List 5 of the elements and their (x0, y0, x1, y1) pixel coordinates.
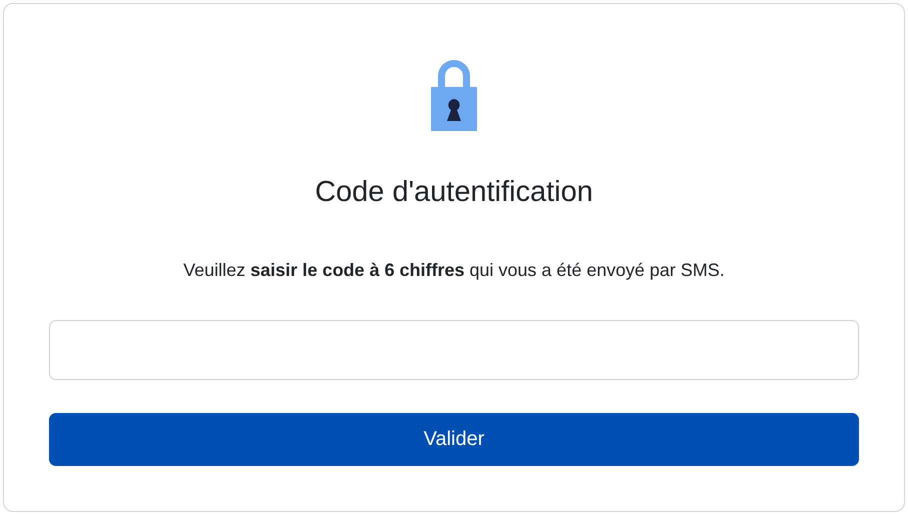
code-input-field[interactable] (49, 320, 859, 380)
lock-icon (431, 59, 477, 131)
page-title: Code d'autentification (314, 175, 594, 210)
validate-button[interactable]: Valider (49, 412, 859, 466)
instruction-text: Veuillez saisir le code à 6 chiffres qui vous a été envoyé par SMS. (182, 258, 726, 282)
